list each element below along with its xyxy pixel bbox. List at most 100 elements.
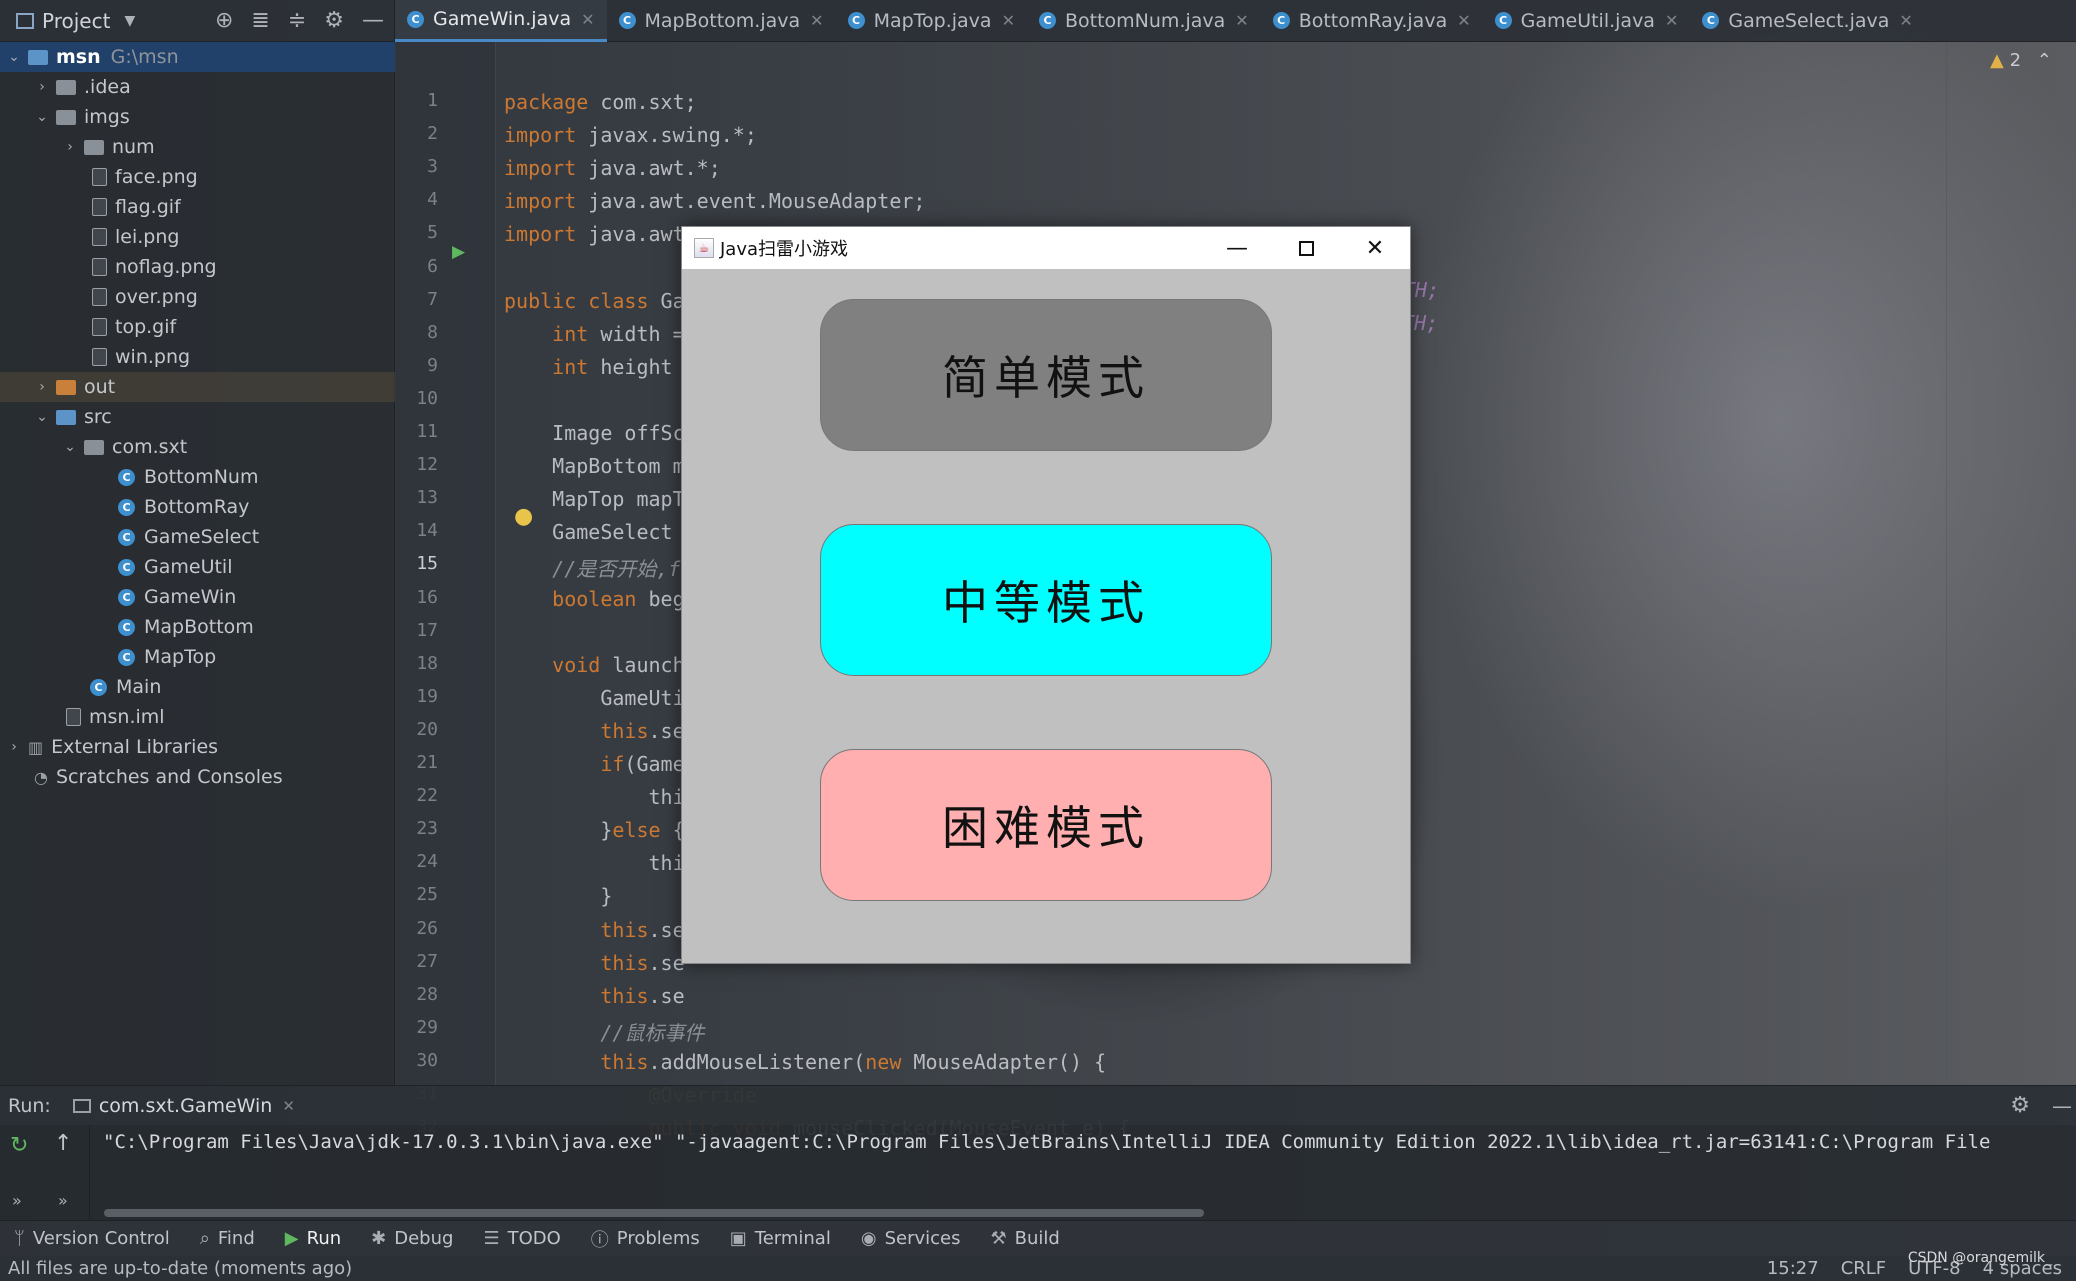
chevron-right-icon[interactable]: › <box>34 79 50 95</box>
more-icon[interactable]: » <box>12 1191 22 1210</box>
run-gutter-icon[interactable]: ▶ <box>452 242 465 262</box>
close-icon[interactable]: ✕ <box>1235 11 1248 30</box>
tool-find[interactable]: ⌕ Find <box>200 1228 255 1249</box>
chevron-down-icon[interactable]: ⌄ <box>34 409 50 425</box>
close-icon[interactable]: ✕ <box>1002 11 1015 30</box>
tree-item[interactable]: C GameSelect <box>0 522 395 552</box>
tab-label: MapBottom.java <box>644 9 801 32</box>
tool-build[interactable]: ⚒ Build <box>990 1228 1059 1249</box>
tool-todo[interactable]: ☰ TODO <box>483 1228 560 1249</box>
collapse-all-icon[interactable]: ≑ <box>288 8 306 33</box>
tree-item[interactable]: › .idea <box>0 72 395 102</box>
close-button[interactable]: ✕ <box>1340 227 1410 269</box>
close-icon[interactable]: ✕ <box>1665 11 1678 30</box>
tool-debug[interactable]: ✱ Debug <box>371 1228 453 1249</box>
project-header-label[interactable]: Project <box>42 9 110 33</box>
more-icon[interactable]: » <box>58 1191 68 1210</box>
tree-item[interactable]: top.gif <box>0 312 395 342</box>
dialog-title-bar[interactable]: ☕ Java扫雷小游戏 — ✕ <box>682 227 1410 269</box>
maximize-button[interactable] <box>1271 227 1341 269</box>
line-separator[interactable]: CRLF <box>1841 1258 1886 1279</box>
tab-maptop[interactable]: C MapTop.java ✕ <box>836 0 1027 42</box>
chevron-right-icon[interactable]: › <box>34 379 50 395</box>
tree-item[interactable]: ⌄ imgs <box>0 102 395 132</box>
class-icon: C <box>90 678 107 696</box>
tree-item[interactable]: face.png <box>0 162 395 192</box>
chevron-right-icon[interactable]: › <box>62 139 78 155</box>
tree-root-msn[interactable]: ⌄ msn G:\msn <box>0 42 395 72</box>
code-line: MapTop mapT <box>504 487 685 512</box>
tree-item[interactable]: C Main <box>0 672 395 702</box>
run-config-tab[interactable]: com.sxt.GameWin ✕ <box>72 1095 295 1117</box>
tree-item-label: GameSelect <box>144 526 260 548</box>
tab-gameutil[interactable]: C GameUtil.java ✕ <box>1483 0 1691 42</box>
tree-item[interactable]: C MapTop <box>0 642 395 672</box>
console-scrollbar[interactable] <box>104 1209 1204 1217</box>
locate-icon[interactable]: ⊕ <box>215 8 233 33</box>
gear-icon[interactable]: ⚙ <box>2010 1093 2030 1118</box>
line-number: 19 <box>416 685 438 707</box>
tree-item[interactable]: flag.gif <box>0 192 395 222</box>
tree-item-label: GameWin <box>144 586 237 608</box>
tab-mapbottom[interactable]: C MapBottom.java ✕ <box>607 0 836 42</box>
tab-bottomnum[interactable]: C BottomNum.java ✕ <box>1027 0 1261 42</box>
close-icon[interactable]: ✕ <box>581 10 594 29</box>
caret-position[interactable]: 15:27 <box>1767 1258 1819 1279</box>
tab-gameselect[interactable]: C GameSelect.java ✕ <box>1690 0 1924 42</box>
rerun-icon[interactable]: ↻ <box>10 1133 28 1158</box>
tool-terminal[interactable]: ▣ Terminal <box>730 1228 831 1249</box>
editor-right-gutter <box>1946 42 2076 1085</box>
tree-item[interactable]: lei.png <box>0 222 395 252</box>
tree-item[interactable]: ⌄ src <box>0 402 395 432</box>
tree-item[interactable]: C BottomNum <box>0 462 395 492</box>
tree-item[interactable]: › num <box>0 132 395 162</box>
line-number: 28 <box>416 983 438 1005</box>
tab-label: GameUtil.java <box>1520 9 1655 32</box>
easy-mode-button[interactable]: 简单模式 <box>820 299 1272 451</box>
minimize-button[interactable]: — <box>1202 227 1272 269</box>
chevron-down-icon[interactable]: ⌄ <box>34 109 50 125</box>
warning-indicator[interactable]: ▲ 2 ⌃ <box>1990 50 2052 71</box>
tree-item[interactable]: over.png <box>0 282 395 312</box>
hide-icon[interactable]: — <box>362 8 384 33</box>
close-icon[interactable]: ✕ <box>1899 11 1912 30</box>
line-number: 4 <box>427 189 438 211</box>
hard-mode-button[interactable]: 困难模式 <box>820 749 1272 901</box>
up-arrow-icon[interactable]: ↑ <box>54 1131 72 1156</box>
tree-item[interactable]: › ▥ External Libraries <box>0 732 395 762</box>
expand-all-icon[interactable]: ≣ <box>251 8 269 33</box>
tab-gamewin[interactable]: C GameWin.java ✕ <box>395 0 607 42</box>
tree-item[interactable]: ⌄ com.sxt <box>0 432 395 462</box>
line-number: 10 <box>416 387 438 409</box>
tool-version-control[interactable]: ᛘ Version Control <box>14 1228 170 1249</box>
close-icon[interactable]: ✕ <box>1457 11 1470 30</box>
tool-problems[interactable]: ⓘ Problems <box>591 1226 700 1252</box>
code-line: if(Game <box>600 752 685 776</box>
tree-item[interactable]: C GameUtil <box>0 552 395 582</box>
chevron-right-icon[interactable]: › <box>6 739 22 755</box>
tree-item[interactable]: ◔ Scratches and Consoles <box>0 762 395 792</box>
tree-item[interactable]: C BottomRay <box>0 492 395 522</box>
medium-mode-button[interactable]: 中等模式 <box>820 524 1272 676</box>
tab-bottomray[interactable]: C BottomRay.java ✕ <box>1261 0 1483 42</box>
scratches-icon: ◔ <box>34 767 48 787</box>
line-number: 11 <box>416 421 438 442</box>
chevron-down-icon[interactable]: ⌄ <box>62 439 78 455</box>
tree-item[interactable]: msn.iml <box>0 702 395 732</box>
gear-icon[interactable]: ⚙ <box>324 8 344 33</box>
search-icon: ⌕ <box>199 1228 210 1249</box>
chevron-down-icon[interactable]: ⌄ <box>6 49 22 65</box>
run-console: ↻ ↑ » » "C:\Program Files\Java\jdk-17.0.… <box>0 1125 2076 1220</box>
tree-item[interactable]: › out <box>0 372 395 402</box>
tree-item[interactable]: noflag.png <box>0 252 395 282</box>
close-icon[interactable]: ✕ <box>810 11 823 30</box>
chevron-down-icon[interactable]: ▼ <box>124 13 135 29</box>
chevron-up-icon[interactable]: ⌃ <box>2037 50 2052 71</box>
tree-item[interactable]: win.png <box>0 342 395 372</box>
tool-services[interactable]: ◉ Services <box>861 1228 961 1249</box>
tree-item[interactable]: C MapBottom <box>0 612 395 642</box>
close-icon[interactable]: ✕ <box>282 1097 295 1115</box>
hide-icon[interactable]: — <box>2052 1094 2072 1118</box>
tree-item[interactable]: C GameWin <box>0 582 395 612</box>
tool-run[interactable]: ▶ Run <box>285 1228 341 1249</box>
